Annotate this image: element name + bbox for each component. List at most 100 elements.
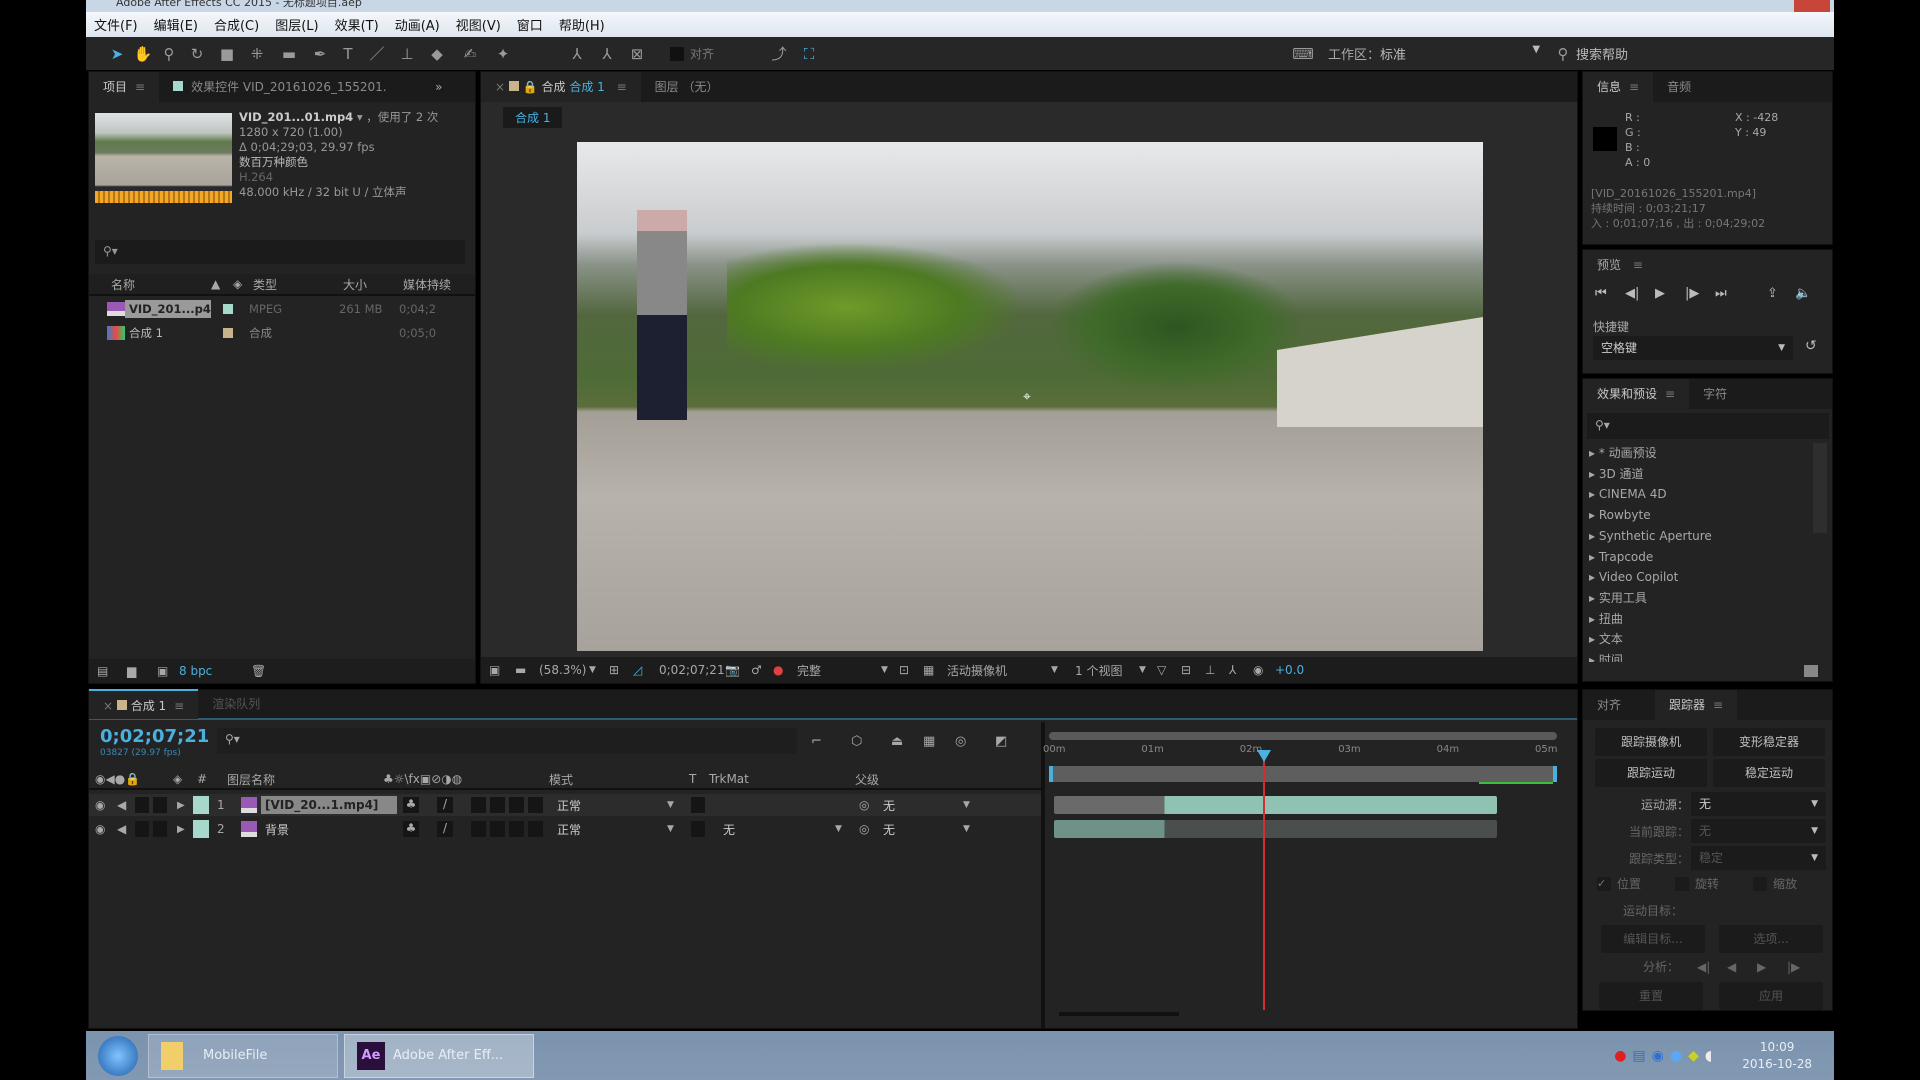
chevron-down-icon[interactable]: ▼ [589,665,609,675]
fast-previews-icon[interactable]: ⊟ [1181,663,1205,677]
effects-category[interactable]: ▸ 文本 [1589,629,1811,650]
panel-menu-icon[interactable]: ≡ [135,80,145,94]
tab-project[interactable]: 项目 ≡ [89,72,160,102]
expand-layer-icon[interactable]: ▶ [177,800,193,811]
snap-icon[interactable]: ⤴ [764,43,794,64]
panel-menu-icon[interactable]: ≡ [1665,387,1675,401]
menu-layer[interactable]: 图层(L) [275,15,318,34]
pen-tool-icon[interactable]: ✒ [306,45,334,63]
safe-zones-icon[interactable]: ⊞ [609,663,633,677]
magnification-select[interactable]: (58.3%) [539,663,589,677]
last-frame-icon[interactable]: ⏭ [1715,286,1767,301]
comp-breadcrumb[interactable]: 合成 1 [503,107,563,128]
menu-composition[interactable]: 合成(C) [214,15,259,34]
apply-button[interactable]: 应用 [1719,982,1823,1010]
tab-layer[interactable]: 图层 （无） [641,72,733,102]
resolution-select[interactable]: 完整 [797,662,881,679]
stabilize-motion-button[interactable]: 稳定运动 [1713,759,1825,787]
overflow-icon[interactable]: » [435,80,442,94]
clone-stamp-tool-icon[interactable]: ⊥ [392,45,422,63]
timeline-icon[interactable]: ⊥ [1205,663,1229,677]
layer-name[interactable]: 背景 [261,819,397,840]
pickwhip-icon[interactable]: ◎ [859,798,883,812]
analyze-backward-icon[interactable]: ◀ [1727,960,1757,974]
track-motion-button[interactable]: 跟踪运动 [1595,759,1707,787]
current-time-indicator[interactable] [1257,750,1272,762]
layer-name[interactable]: [VID_20...1.mp4] [261,796,397,814]
layer-duration-bar[interactable] [1054,796,1497,814]
loop-icon[interactable]: ⇪ [1767,286,1795,301]
axis-world-icon[interactable]: ⅄ [592,45,622,63]
scale-checkbox[interactable] [1753,876,1767,891]
motion-source-select[interactable]: 无 [1691,792,1826,816]
panel-menu-icon[interactable]: ≡ [1713,698,1723,712]
menu-edit[interactable]: 编辑(E) [154,15,198,34]
chevron-down-icon[interactable]: ▼ [667,800,691,810]
analyze-back-one-icon[interactable]: ◀| [1697,960,1727,974]
always-preview-icon[interactable]: ▣ [489,663,515,677]
column-duration[interactable]: 媒体持续 [403,276,451,293]
chevron-down-icon[interactable]: ▼ [1139,665,1157,675]
new-folder-icon[interactable] [1804,665,1818,677]
layer-label-color[interactable] [193,820,209,838]
tab-preview[interactable]: 预览 ≡ [1597,256,1643,273]
tab-align[interactable]: 对齐 [1583,690,1635,720]
pan-behind-tool-icon[interactable]: ⁜ [242,45,272,63]
expand-layer-icon[interactable]: ▶ [177,824,193,835]
frame-blending-icon[interactable]: ▦ [923,734,955,749]
snap-checkbox[interactable] [670,46,684,61]
new-folder-icon[interactable]: ▆ [127,664,157,678]
effects-category[interactable]: ▸ 实用工具 [1589,588,1811,609]
menu-help[interactable]: 帮助(H) [559,15,605,34]
exposure-value[interactable]: +0.0 [1275,663,1304,677]
roto-brush-tool-icon[interactable]: ✍ [452,45,488,63]
effects-category[interactable]: ▸ 时间 [1589,650,1811,662]
chevron-down-icon[interactable]: ▼ [667,824,691,834]
blend-mode-select[interactable]: 正常 [557,821,667,838]
timeline-zoom-slider[interactable] [1059,1012,1179,1016]
show-snapshot-icon[interactable]: ♂ [751,663,773,677]
column-parent[interactable]: 父级 [855,771,879,788]
analyze-forward-icon[interactable]: ▶ [1757,960,1787,974]
preserve-transparency-checkbox[interactable] [691,797,705,813]
column-mode[interactable]: 模式 [549,771,689,788]
tab-composition[interactable]: × 🔒 合成 合成 1 ≡ [481,72,641,102]
edit-target-button[interactable]: 编辑目标... [1601,925,1705,953]
project-item[interactable]: VID_201...p4 MPEG 261 MB 0;04;2 [89,298,475,320]
chevron-down-icon[interactable]: ▼ [881,665,899,675]
close-icon[interactable]: × [103,699,117,713]
region-of-interest-icon[interactable]: ⊡ [899,663,923,677]
parent-select[interactable]: 无 [883,797,963,814]
menu-effect[interactable]: 效果(T) [335,15,379,34]
selection-tool-icon[interactable]: ➤ [104,45,130,63]
shy-layers-icon[interactable]: ⏏ [891,734,923,749]
preserve-transparency-checkbox[interactable] [691,821,705,837]
visibility-toggle[interactable]: ◉ [95,798,117,812]
reset-button[interactable]: 重置 [1599,982,1703,1010]
visibility-toggle[interactable]: ◉ [95,822,117,836]
layer-duration-bar[interactable] [1054,820,1497,838]
effects-category[interactable]: ▸ CINEMA 4D [1589,484,1811,505]
tab-character[interactable]: 字符 [1689,379,1741,409]
taskbar-item-mobilefile[interactable]: MobileFile [148,1033,338,1078]
effects-category[interactable]: ▸ Video Copilot [1589,567,1811,588]
clock[interactable]: 10:09 2016-10-28 [1742,1039,1812,1073]
column-name[interactable]: 名称 [111,276,211,293]
close-icon[interactable]: × [495,80,509,94]
blend-mode-select[interactable]: 正常 [557,797,667,814]
new-composition-icon[interactable]: ▣ [157,664,179,678]
flowchart-icon[interactable]: ⅄ [1229,663,1253,677]
transparency-grid-icon[interactable]: ▦ [923,663,947,677]
toggle-pixel-aspect-icon[interactable]: ▽ [1157,663,1181,677]
label-tag-icon[interactable]: ◈ [233,277,253,291]
composition-viewer[interactable]: ⌖ [577,142,1483,651]
parent-select[interactable]: 无 [883,821,963,838]
first-frame-icon[interactable]: ⏮ [1595,286,1625,301]
motion-blur-icon[interactable]: ◎ [955,734,995,749]
effects-category[interactable]: ▸ 扭曲 [1589,609,1811,630]
puppet-pin-tool-icon[interactable]: ✦ [488,45,518,63]
draft-3d-icon[interactable]: ⬡ [851,734,891,749]
timeline-current-time[interactable]: 0;02;07;21 [100,726,209,747]
column-type[interactable]: 类型 [253,276,343,293]
audio-toggle[interactable]: ◀ [117,798,135,812]
